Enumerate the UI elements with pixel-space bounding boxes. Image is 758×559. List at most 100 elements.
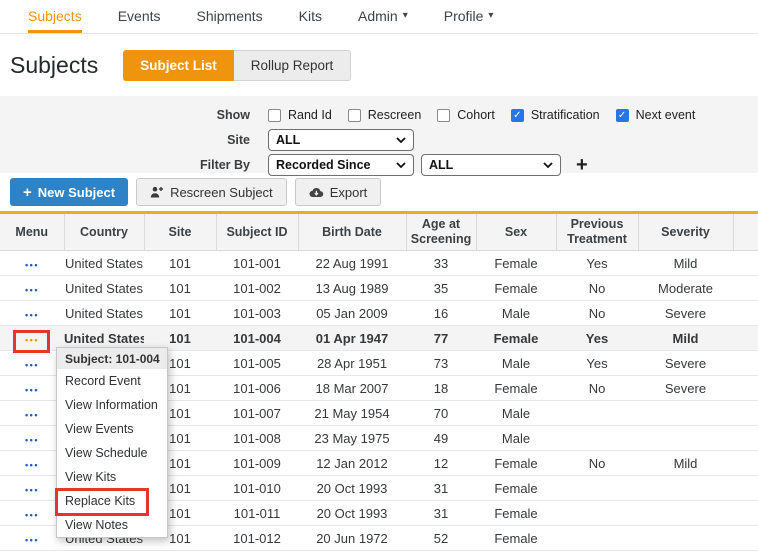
- cell-site: 101: [144, 276, 216, 301]
- table-header-row: Menu Country Site Subject ID Birth Date …: [0, 213, 758, 251]
- row-menu-icon[interactable]: •••: [25, 385, 39, 395]
- checkbox-cohort[interactable]: Cohort: [437, 108, 495, 122]
- cell-severity: [638, 476, 733, 501]
- checkbox-rescreen[interactable]: Rescreen: [348, 108, 422, 122]
- filter-value-select[interactable]: ALL: [421, 154, 561, 176]
- cell-previous-treatment: [556, 476, 638, 501]
- cell-previous-treatment: Yes: [556, 351, 638, 376]
- nav-tab-events[interactable]: Events: [118, 0, 161, 33]
- row-menu-icon[interactable]: •••: [25, 535, 39, 545]
- checkbox-rand-id[interactable]: Rand Id: [268, 108, 332, 122]
- row-menu-icon[interactable]: •••: [25, 410, 39, 420]
- site-select[interactable]: ALL: [268, 129, 414, 151]
- checkbox-checked-icon[interactable]: ✓: [616, 109, 629, 122]
- site-label: Site: [0, 133, 250, 147]
- cell-previous-treatment: Yes: [556, 326, 638, 351]
- checkbox-unchecked-icon[interactable]: [437, 109, 450, 122]
- cell-country: United States: [64, 251, 144, 276]
- nav-tab-kits[interactable]: Kits: [299, 0, 322, 33]
- cell-subject-id: 101-012: [216, 526, 298, 551]
- nav-dropdown-admin[interactable]: Admin ▾: [358, 0, 408, 33]
- action-bar: + New Subject Rescreen Subject Export: [0, 173, 758, 211]
- cell-sex: Male: [476, 301, 556, 326]
- cell-menu: •••: [0, 301, 64, 326]
- cell-sex: Female: [476, 276, 556, 301]
- cell-age: 18: [406, 376, 476, 401]
- new-subject-button[interactable]: + New Subject: [10, 178, 128, 206]
- checkbox-stratification[interactable]: ✓ Stratification: [511, 108, 600, 122]
- row-menu-icon[interactable]: •••: [25, 460, 39, 470]
- cell-spare: [733, 451, 758, 476]
- table-row: •••United States101101-00122 Aug 199133F…: [0, 251, 758, 276]
- col-header-previous-treatment: Previous Treatment: [556, 213, 638, 251]
- row-menu-icon[interactable]: •••: [25, 435, 39, 445]
- show-checkboxes: Rand Id Rescreen Cohort ✓ Stratification ✓ Nex…: [268, 108, 695, 122]
- col-header-spare: [733, 213, 758, 251]
- cell-site: 101: [144, 251, 216, 276]
- nav-dropdown-profile[interactable]: Profile ▾: [444, 0, 494, 33]
- checkbox-next-event[interactable]: ✓ Next event: [616, 108, 696, 122]
- checkbox-unchecked-icon[interactable]: [348, 109, 361, 122]
- checkbox-checked-icon[interactable]: ✓: [511, 109, 524, 122]
- cell-subject-id: 101-007: [216, 401, 298, 426]
- cell-menu: •••: [0, 451, 64, 476]
- nav-tab-subjects[interactable]: Subjects: [28, 0, 82, 33]
- cell-spare: [733, 351, 758, 376]
- menu-item-view-notes[interactable]: View Notes: [57, 513, 167, 537]
- cell-severity: Severe: [638, 351, 733, 376]
- cell-birth-date: 28 Apr 1951: [298, 351, 406, 376]
- row-menu-icon[interactable]: •••: [25, 310, 39, 320]
- filter-by-label: Filter By: [0, 158, 250, 172]
- cell-spare: [733, 301, 758, 326]
- checkbox-label: Next event: [636, 108, 696, 122]
- cell-menu: •••: [0, 401, 64, 426]
- cell-birth-date: 12 Jan 2012: [298, 451, 406, 476]
- cell-birth-date: 18 Mar 2007: [298, 376, 406, 401]
- cell-subject-id: 101-010: [216, 476, 298, 501]
- cell-subject-id: 101-004: [216, 326, 298, 351]
- menu-item-record-event[interactable]: Record Event: [57, 369, 167, 393]
- rollup-report-button[interactable]: Rollup Report: [234, 50, 352, 81]
- row-menu-icon[interactable]: •••: [25, 285, 39, 295]
- cell-spare: [733, 526, 758, 551]
- rescreen-subject-button[interactable]: Rescreen Subject: [136, 178, 287, 206]
- row-menu-icon[interactable]: •••: [25, 510, 39, 520]
- cell-previous-treatment: No: [556, 376, 638, 401]
- checkbox-unchecked-icon[interactable]: [268, 109, 281, 122]
- nav-tab-shipments[interactable]: Shipments: [197, 0, 263, 33]
- cell-menu: •••: [0, 276, 64, 301]
- cell-menu: •••: [0, 526, 64, 551]
- menu-item-view-information[interactable]: View Information: [57, 393, 167, 417]
- table-row: •••United States101101-00213 Aug 198935F…: [0, 276, 758, 301]
- chevron-down-icon: [396, 162, 406, 168]
- cell-previous-treatment: No: [556, 276, 638, 301]
- subject-list-button[interactable]: Subject List: [123, 50, 234, 81]
- row-menu-icon[interactable]: •••: [25, 260, 39, 270]
- add-filter-icon[interactable]: +: [576, 155, 588, 175]
- cell-severity: [638, 501, 733, 526]
- cell-severity: Severe: [638, 376, 733, 401]
- col-header-age-at-screening: Age at Screening: [406, 213, 476, 251]
- cell-age: 73: [406, 351, 476, 376]
- nav-tab-label: Events: [118, 8, 161, 24]
- menu-item-replace-kits[interactable]: Replace Kits: [57, 489, 167, 513]
- cell-age: 70: [406, 401, 476, 426]
- menu-item-view-schedule[interactable]: View Schedule: [57, 441, 167, 465]
- checkbox-label: Stratification: [531, 108, 600, 122]
- cell-severity: [638, 401, 733, 426]
- nav-tab-label: Kits: [299, 8, 322, 24]
- col-header-country: Country: [64, 213, 144, 251]
- export-button[interactable]: Export: [295, 178, 382, 206]
- row-menu-icon[interactable]: •••: [25, 335, 39, 345]
- menu-item-view-kits[interactable]: View Kits: [57, 465, 167, 489]
- menu-item-view-events[interactable]: View Events: [57, 417, 167, 441]
- cell-site: 101: [144, 301, 216, 326]
- cell-sex: Female: [476, 476, 556, 501]
- col-header-subject-id: Subject ID: [216, 213, 298, 251]
- page-header: Subjects Subject List Rollup Report: [0, 34, 758, 96]
- row-menu-icon[interactable]: •••: [25, 360, 39, 370]
- filter-field-select[interactable]: Recorded Since: [268, 154, 414, 176]
- row-menu-icon[interactable]: •••: [25, 485, 39, 495]
- cell-previous-treatment: [556, 501, 638, 526]
- cell-previous-treatment: [556, 526, 638, 551]
